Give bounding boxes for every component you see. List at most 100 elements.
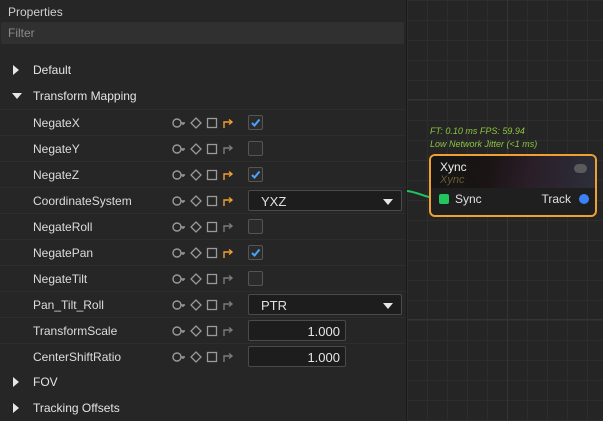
diamond-icon[interactable] — [190, 247, 202, 259]
link-arrow-icon[interactable] — [222, 117, 234, 129]
diamond-icon[interactable] — [190, 273, 202, 285]
check-icon — [250, 117, 261, 131]
diamond-icon[interactable] — [190, 325, 202, 337]
dropdown-value: PTR — [261, 298, 287, 313]
diamond-icon[interactable] — [190, 169, 202, 181]
sync-input-port[interactable] — [439, 194, 449, 204]
link-arrow-icon[interactable] — [222, 299, 234, 311]
property-number-field[interactable]: 1.000 — [248, 320, 346, 341]
link-arrow-icon[interactable] — [222, 325, 234, 337]
diamond-icon[interactable] — [190, 143, 202, 155]
property-row: NegateX — [0, 109, 406, 135]
section-transform-mapping[interactable]: Transform Mapping — [0, 83, 406, 109]
property-dropdown[interactable]: YXZ — [248, 190, 402, 211]
property-icons — [172, 195, 236, 207]
diamond-icon[interactable] — [190, 299, 202, 311]
grid-line — [407, 99, 603, 100]
property-row: CoordinateSystem YXZ — [0, 187, 406, 213]
dropdown-value: YXZ — [261, 194, 287, 209]
chevron-down-icon — [383, 199, 393, 205]
property-label: Pan_Tilt_Roll — [33, 298, 104, 312]
section-label: Transform Mapping — [33, 89, 137, 103]
property-checkbox[interactable] — [248, 167, 263, 182]
diamond-icon[interactable] — [190, 195, 202, 207]
property-icons — [172, 247, 236, 259]
grid-line — [407, 319, 603, 320]
property-icons — [172, 273, 236, 285]
diamond-icon[interactable] — [190, 351, 202, 363]
node-header[interactable]: Xync Xync — [431, 156, 595, 188]
number-value: 1.000 — [307, 324, 340, 339]
key-icon[interactable] — [172, 351, 186, 363]
link-arrow-icon[interactable] — [222, 143, 234, 155]
square-icon[interactable] — [206, 351, 218, 363]
property-icons — [172, 117, 236, 129]
section-default[interactable]: Default — [0, 57, 406, 83]
section-fov[interactable]: FOV — [0, 369, 406, 395]
square-icon[interactable] — [206, 117, 218, 129]
property-number-field[interactable]: 1.000 — [248, 346, 346, 367]
key-icon[interactable] — [172, 169, 186, 181]
property-dropdown[interactable]: PTR — [248, 294, 402, 315]
diamond-icon[interactable] — [190, 117, 202, 129]
key-icon[interactable] — [172, 195, 186, 207]
link-arrow-icon[interactable] — [222, 247, 234, 259]
node-subtitle: Xync — [440, 174, 465, 186]
property-row: NegatePan — [0, 239, 406, 265]
chevron-down-icon — [383, 303, 393, 309]
property-label: CenterShiftRatio — [33, 350, 122, 364]
square-icon[interactable] — [206, 221, 218, 233]
key-icon[interactable] — [172, 299, 186, 311]
key-icon[interactable] — [172, 247, 186, 259]
square-icon[interactable] — [206, 169, 218, 181]
node-status-line: Low Network Jitter (<1 ms) — [430, 139, 538, 149]
chevron-down-icon — [12, 93, 22, 99]
square-icon[interactable] — [206, 299, 218, 311]
node-title: Xync — [440, 160, 467, 174]
property-label: NegateX — [33, 116, 80, 130]
property-checkbox[interactable] — [248, 115, 263, 130]
square-icon[interactable] — [206, 273, 218, 285]
property-checkbox[interactable] — [248, 271, 263, 286]
chevron-right-icon — [13, 377, 19, 387]
properties-panel: Properties Default Transform Mapping Neg… — [0, 0, 407, 421]
track-output-port[interactable] — [579, 194, 589, 204]
property-icons — [172, 169, 236, 181]
number-value: 1.000 — [307, 350, 340, 365]
square-icon[interactable] — [206, 325, 218, 337]
link-arrow-icon[interactable] — [222, 221, 234, 233]
property-icons — [172, 351, 236, 363]
diamond-icon[interactable] — [190, 221, 202, 233]
link-arrow-icon[interactable] — [222, 273, 234, 285]
square-icon[interactable] — [206, 143, 218, 155]
property-icons — [172, 221, 236, 233]
key-icon[interactable] — [172, 221, 186, 233]
square-icon[interactable] — [206, 195, 218, 207]
node-status: FT: 0.10 ms FPS: 59.94 Low Network Jitte… — [430, 125, 537, 151]
property-label: NegateZ — [33, 168, 80, 182]
square-icon[interactable] — [206, 247, 218, 259]
link-arrow-icon[interactable] — [222, 169, 234, 181]
xync-node[interactable]: Xync Xync Sync Track — [429, 154, 597, 217]
property-icons — [172, 299, 236, 311]
chevron-right-icon — [13, 403, 19, 413]
property-row: CenterShiftRatio 1.000 — [0, 343, 406, 369]
node-collapse-icon[interactable] — [574, 164, 587, 173]
link-arrow-icon[interactable] — [222, 195, 234, 207]
key-icon[interactable] — [172, 143, 186, 155]
property-checkbox[interactable] — [248, 141, 263, 156]
key-icon[interactable] — [172, 117, 186, 129]
property-checkbox[interactable] — [248, 219, 263, 234]
section-tracking-offsets[interactable]: Tracking Offsets — [0, 395, 406, 421]
key-icon[interactable] — [172, 273, 186, 285]
property-label: NegateRoll — [33, 220, 93, 234]
link-arrow-icon[interactable] — [222, 351, 234, 363]
property-row: NegateTilt — [0, 265, 406, 291]
check-icon — [250, 247, 261, 261]
filter-input[interactable] — [1, 22, 404, 44]
property-label: CoordinateSystem — [33, 194, 132, 208]
key-icon[interactable] — [172, 325, 186, 337]
property-checkbox[interactable] — [248, 245, 263, 260]
section-label: Default — [33, 63, 72, 77]
property-row: NegateY — [0, 135, 406, 161]
